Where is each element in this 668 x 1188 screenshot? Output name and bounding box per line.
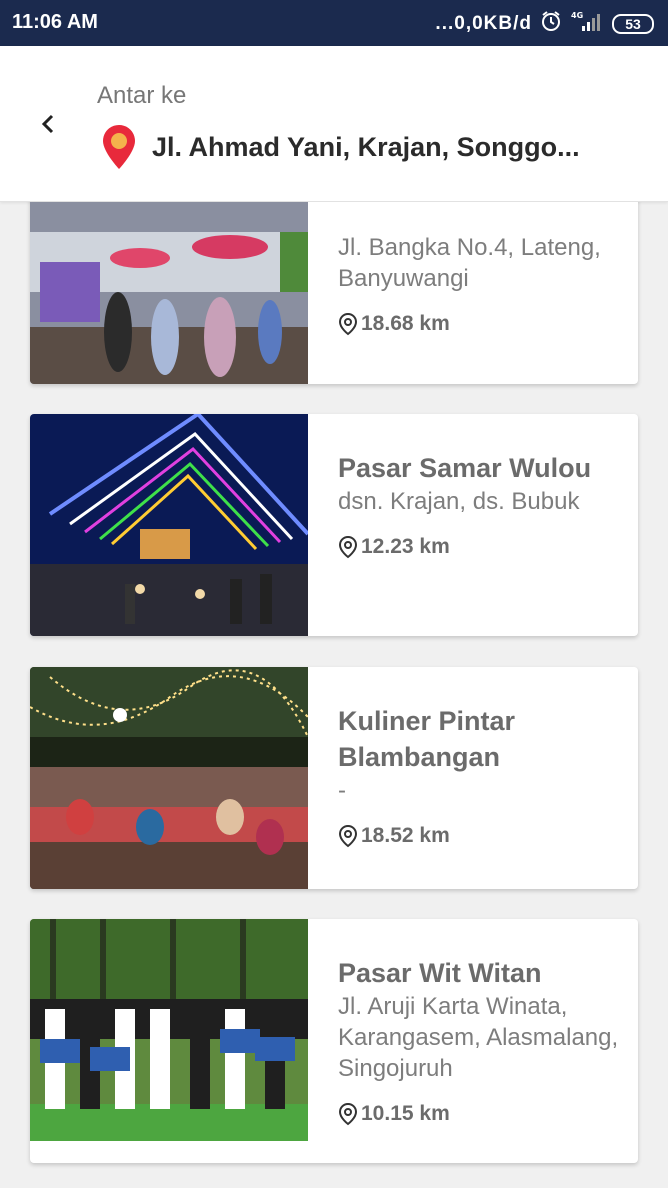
market-card[interactable]: Kuliner Pintar Blambangan - 18.52 km xyxy=(30,667,638,889)
market-distance: 12.23 km xyxy=(361,535,450,558)
network-speed: ...0,0KB/d xyxy=(435,13,532,34)
location-pin-icon xyxy=(102,124,136,175)
market-address: dsn. Krajan, ds. Bubuk xyxy=(338,488,580,515)
battery-indicator: 53 xyxy=(612,14,654,34)
deliver-to-label: Antar ke xyxy=(97,82,187,109)
status-time: 11:06 AM xyxy=(12,11,98,33)
market-photo xyxy=(30,919,308,1163)
market-info: Pasar Wit Witan Jl. Aruji Karta Winata, … xyxy=(338,955,628,1126)
market-distance: 10.15 km xyxy=(361,1102,450,1125)
alarm-icon xyxy=(540,10,562,38)
distance-row: 12.23 km xyxy=(338,535,628,559)
back-button[interactable] xyxy=(34,110,62,138)
distance-row: 18.68 km xyxy=(338,312,628,336)
market-photo xyxy=(30,414,308,636)
market-address: Jl. Aruji Karta Winata, Karangasem, Alas… xyxy=(338,993,619,1082)
market-card[interactable]: Pasar Samar Wulou dsn. Krajan, ds. Bubuk… xyxy=(30,414,638,636)
market-photo xyxy=(30,202,308,384)
market-distance: 18.68 km xyxy=(361,312,450,335)
market-address: - xyxy=(338,777,346,804)
market-info: Kuliner Pintar Blambangan - 18.52 km xyxy=(338,703,628,848)
status-bar: 11:06 AM ...0,0KB/d 4G 53 xyxy=(0,0,668,46)
market-photo xyxy=(30,667,308,889)
signal-icon: 4G xyxy=(570,10,604,38)
distance-row: 10.15 km xyxy=(338,1102,628,1126)
market-info: Jl. Bangka No.4, Lateng, Banyuwangi 18.6… xyxy=(338,232,628,336)
distance-pin-icon xyxy=(338,312,358,336)
market-distance: 18.52 km xyxy=(361,824,450,847)
market-address: Jl. Bangka No.4, Lateng, Banyuwangi xyxy=(338,234,601,292)
market-info: Pasar Samar Wulou dsn. Krajan, ds. Bubuk… xyxy=(338,450,628,559)
market-card[interactable]: Jl. Bangka No.4, Lateng, Banyuwangi 18.6… xyxy=(30,202,638,384)
delivery-header: Antar ke Jl. Ahmad Yani, Krajan, Songgo.… xyxy=(0,46,668,202)
market-card[interactable]: Pasar Wit Witan Jl. Aruji Karta Winata, … xyxy=(30,919,638,1163)
delivery-address[interactable]: Jl. Ahmad Yani, Krajan, Songgo... xyxy=(152,132,602,163)
back-arrow-icon xyxy=(41,114,54,134)
distance-pin-icon xyxy=(338,535,358,559)
market-list[interactable]: Jl. Bangka No.4, Lateng, Banyuwangi 18.6… xyxy=(0,202,668,1188)
distance-pin-icon xyxy=(338,824,358,848)
market-name: Kuliner Pintar Blambangan xyxy=(338,706,516,772)
distance-row: 18.52 km xyxy=(338,824,628,848)
market-name: Pasar Wit Witan xyxy=(338,958,542,988)
distance-pin-icon xyxy=(338,1102,358,1126)
status-indicators: ...0,0KB/d 4G 53 xyxy=(435,10,654,38)
market-name: Pasar Samar Wulou xyxy=(338,453,592,483)
signal-label: 4G xyxy=(571,11,583,20)
